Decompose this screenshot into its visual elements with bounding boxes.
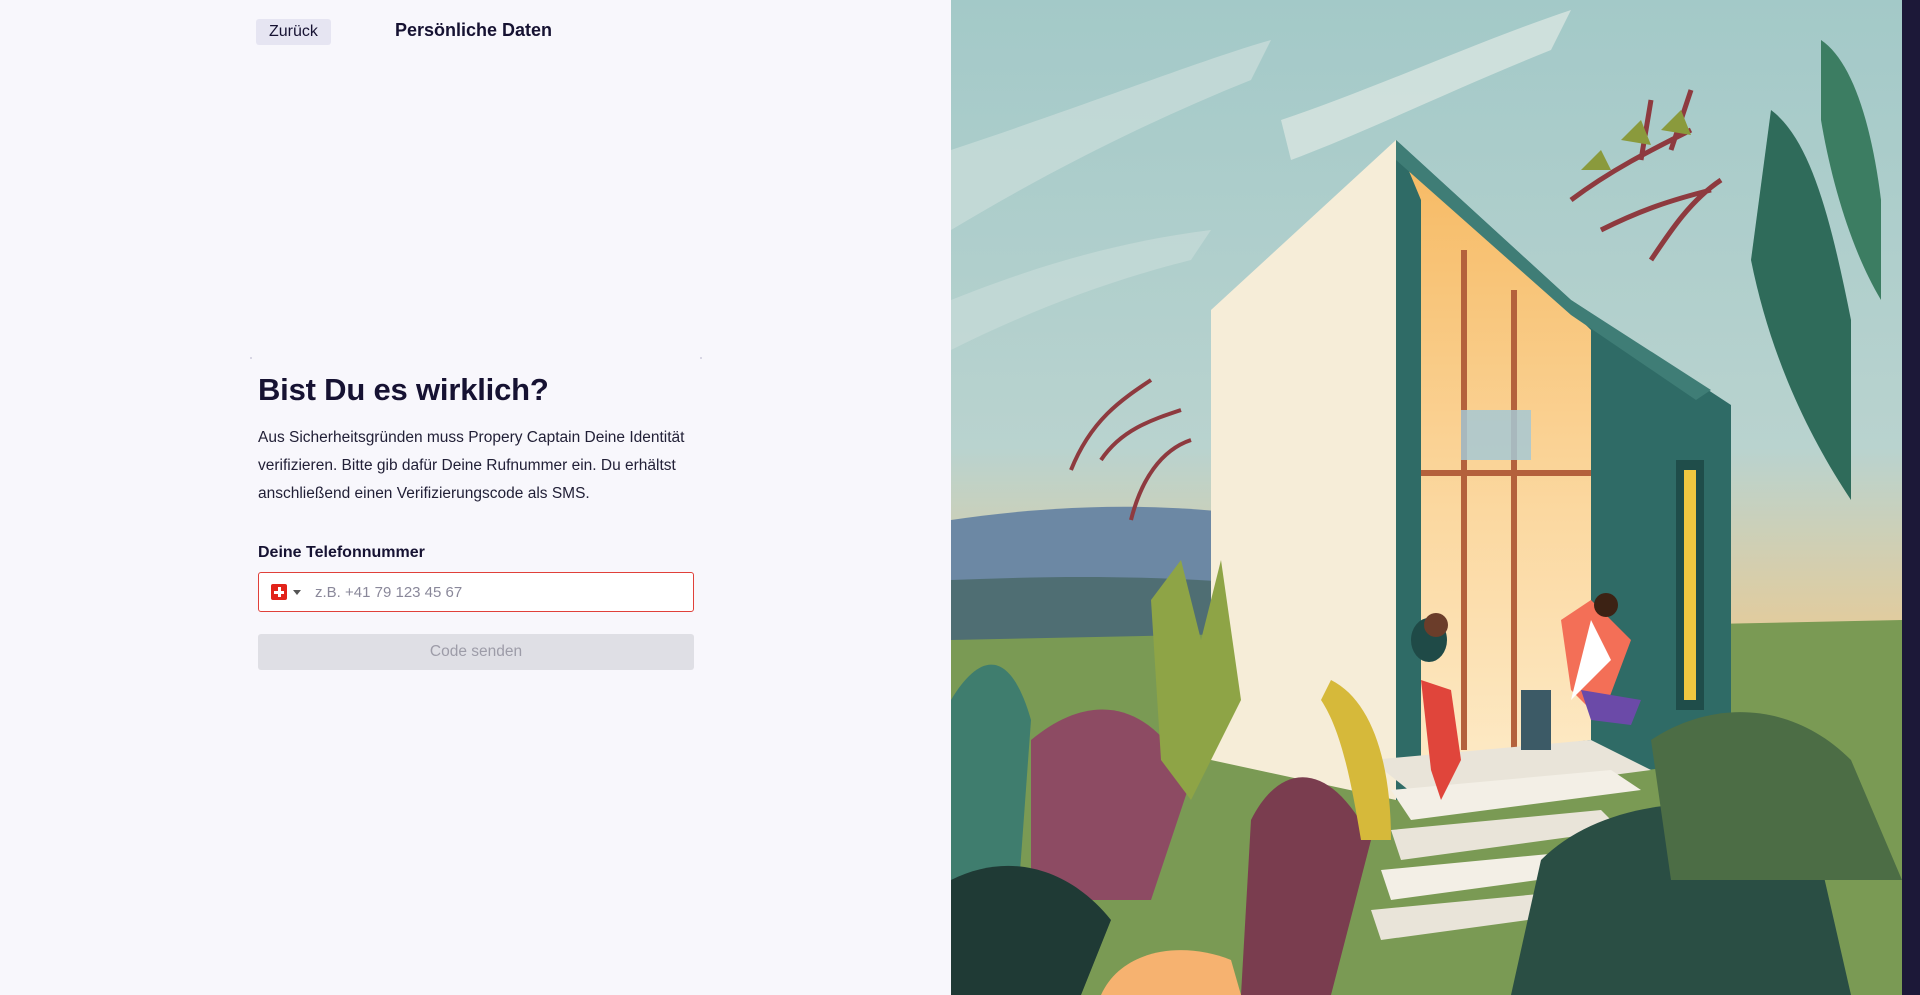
verification-card: Bist Du es wirklich? Aus Sicherheitsgrün… bbox=[258, 372, 694, 670]
verification-heading: Bist Du es wirklich? bbox=[258, 372, 549, 407]
divider-dot bbox=[700, 357, 702, 359]
flag-switzerland-icon bbox=[271, 584, 287, 600]
divider-dot bbox=[250, 357, 252, 359]
verification-description: Aus Sicherheitsgründen muss Propery Capt… bbox=[258, 429, 685, 502]
house-illustration bbox=[951, 0, 1902, 995]
country-select[interactable] bbox=[259, 573, 315, 611]
scrollbar[interactable] bbox=[1902, 0, 1920, 995]
phone-input[interactable] bbox=[315, 573, 693, 611]
back-button[interactable]: Zurück bbox=[256, 19, 331, 45]
form-pane: Zurück Persönliche Daten Bist Du es wirk… bbox=[0, 0, 951, 995]
phone-field bbox=[258, 572, 694, 612]
page-title: Persönliche Daten bbox=[395, 20, 553, 40]
chevron-down-icon bbox=[293, 589, 301, 595]
send-code-button[interactable]: Code senden bbox=[258, 634, 694, 670]
phone-label: Deine Telefonnummer bbox=[258, 544, 425, 561]
